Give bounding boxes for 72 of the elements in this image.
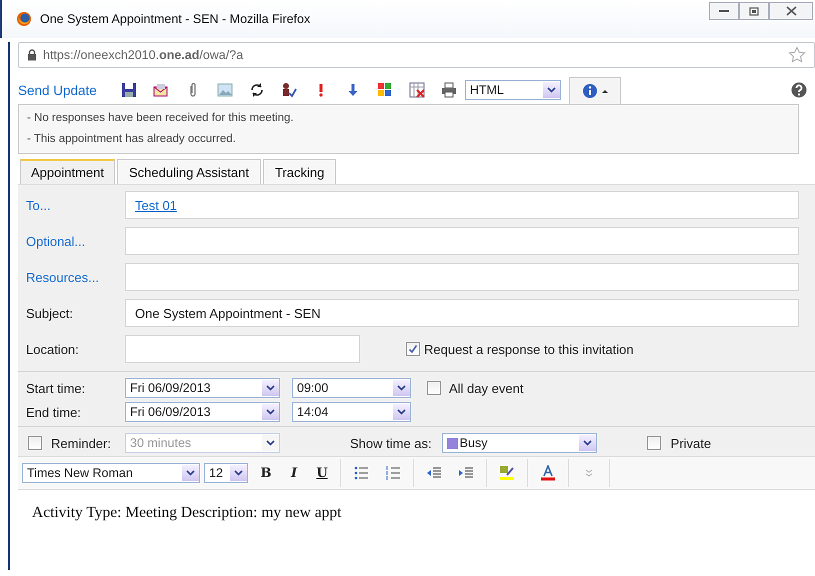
field-label: Location: (26, 342, 80, 356)
date-dropdown[interactable]: Fri 06/09/2013 (125, 378, 280, 398)
caret-icon (397, 385, 406, 391)
refresh-icon[interactable] (248, 82, 265, 98)
caret-icon (186, 470, 195, 476)
caret-icon (266, 440, 275, 446)
caret-icon (546, 87, 556, 93)
save-icon[interactable] (120, 82, 137, 98)
caret-icon (266, 385, 275, 391)
recipient-link[interactable]: Resources... (26, 270, 99, 284)
check-names-icon[interactable] (280, 82, 297, 98)
checkbox-label: Private (670, 436, 712, 450)
caret-icon (234, 470, 243, 476)
recipient-field[interactable] (125, 227, 799, 255)
caret-icon (582, 440, 592, 446)
message-body[interactable]: Activity Type: Meeting Description: my new appt (18, 490, 815, 522)
recipient-link[interactable]: To... (26, 198, 51, 212)
browser-logo-icon (16, 11, 32, 27)
bold-button[interactable]: B (252, 466, 280, 480)
bullet-list-icon[interactable] (353, 465, 369, 481)
field-label: End time: (26, 404, 82, 420)
tab[interactable]: Tracking (262, 159, 336, 184)
checkbox-label: Request a response to this invitation (424, 342, 634, 356)
tab[interactable]: Appointment (20, 159, 115, 184)
info-toggle[interactable] (568, 76, 621, 104)
bookmark-star-icon[interactable] (788, 46, 806, 64)
location-field[interactable] (125, 335, 360, 363)
close-icon (786, 6, 796, 16)
numbered-list-icon[interactable] (385, 465, 401, 481)
caret-icon (602, 88, 608, 92)
send-update-button[interactable]: Send Update (18, 82, 101, 98)
recipient-link[interactable]: Optional... (26, 234, 86, 248)
info-message: - This appointment has already occurred. (27, 132, 237, 147)
show-as-dropdown[interactable]: Busy (442, 433, 597, 453)
envelope-icon[interactable] (152, 82, 169, 98)
minimize-icon (719, 9, 729, 13)
time-dropdown[interactable]: 09:00 (292, 378, 411, 398)
checkbox[interactable] (427, 381, 441, 395)
recipient-field[interactable]: Test 01 (125, 191, 799, 219)
font-dropdown[interactable]: Times New Roman (22, 463, 200, 483)
date-dropdown[interactable]: Fri 06/09/2013 (125, 402, 280, 422)
close-button[interactable] (769, 2, 813, 20)
window-title: One System Appointment - SEN - Mozilla Firefox (40, 12, 310, 26)
checkbox-label: Reminder: (51, 436, 111, 450)
underline-button[interactable]: U (308, 466, 336, 480)
info-message: - No responses have been received for this meeting. (27, 111, 295, 126)
caret-icon (397, 409, 406, 415)
recipient-field[interactable] (125, 263, 799, 291)
lock-icon (27, 49, 37, 61)
time-dropdown[interactable]: 14:04 (292, 402, 411, 422)
categories-icon[interactable] (376, 82, 393, 98)
format-dropdown[interactable]: HTML (464, 80, 561, 100)
restore-icon (749, 6, 759, 16)
checkbox[interactable] (646, 436, 661, 450)
minimize-button[interactable] (709, 2, 739, 20)
subject-field[interactable]: One System Appointment - SEN (125, 299, 799, 327)
expand-more-icon[interactable] (583, 467, 595, 479)
help-icon[interactable] (791, 82, 807, 98)
field-label: Start time: (26, 380, 86, 396)
restore-button[interactable] (739, 2, 769, 20)
caret-icon (266, 409, 275, 415)
checkbox[interactable] (406, 342, 420, 356)
cancel-meeting-icon[interactable] (408, 82, 425, 98)
printer-icon[interactable] (440, 82, 457, 98)
address-bar[interactable]: https://oneexch2010.one.ad/owa/?a (18, 42, 815, 68)
checkbox-label: All day event (449, 380, 524, 396)
field-label: Show time as: (350, 436, 432, 450)
font-size-dropdown[interactable]: 12 (204, 463, 248, 483)
tab[interactable]: Scheduling Assistant (117, 159, 261, 184)
info-icon (582, 82, 598, 98)
field-label: Subject: (26, 306, 74, 320)
italic-button[interactable]: I (280, 466, 308, 480)
